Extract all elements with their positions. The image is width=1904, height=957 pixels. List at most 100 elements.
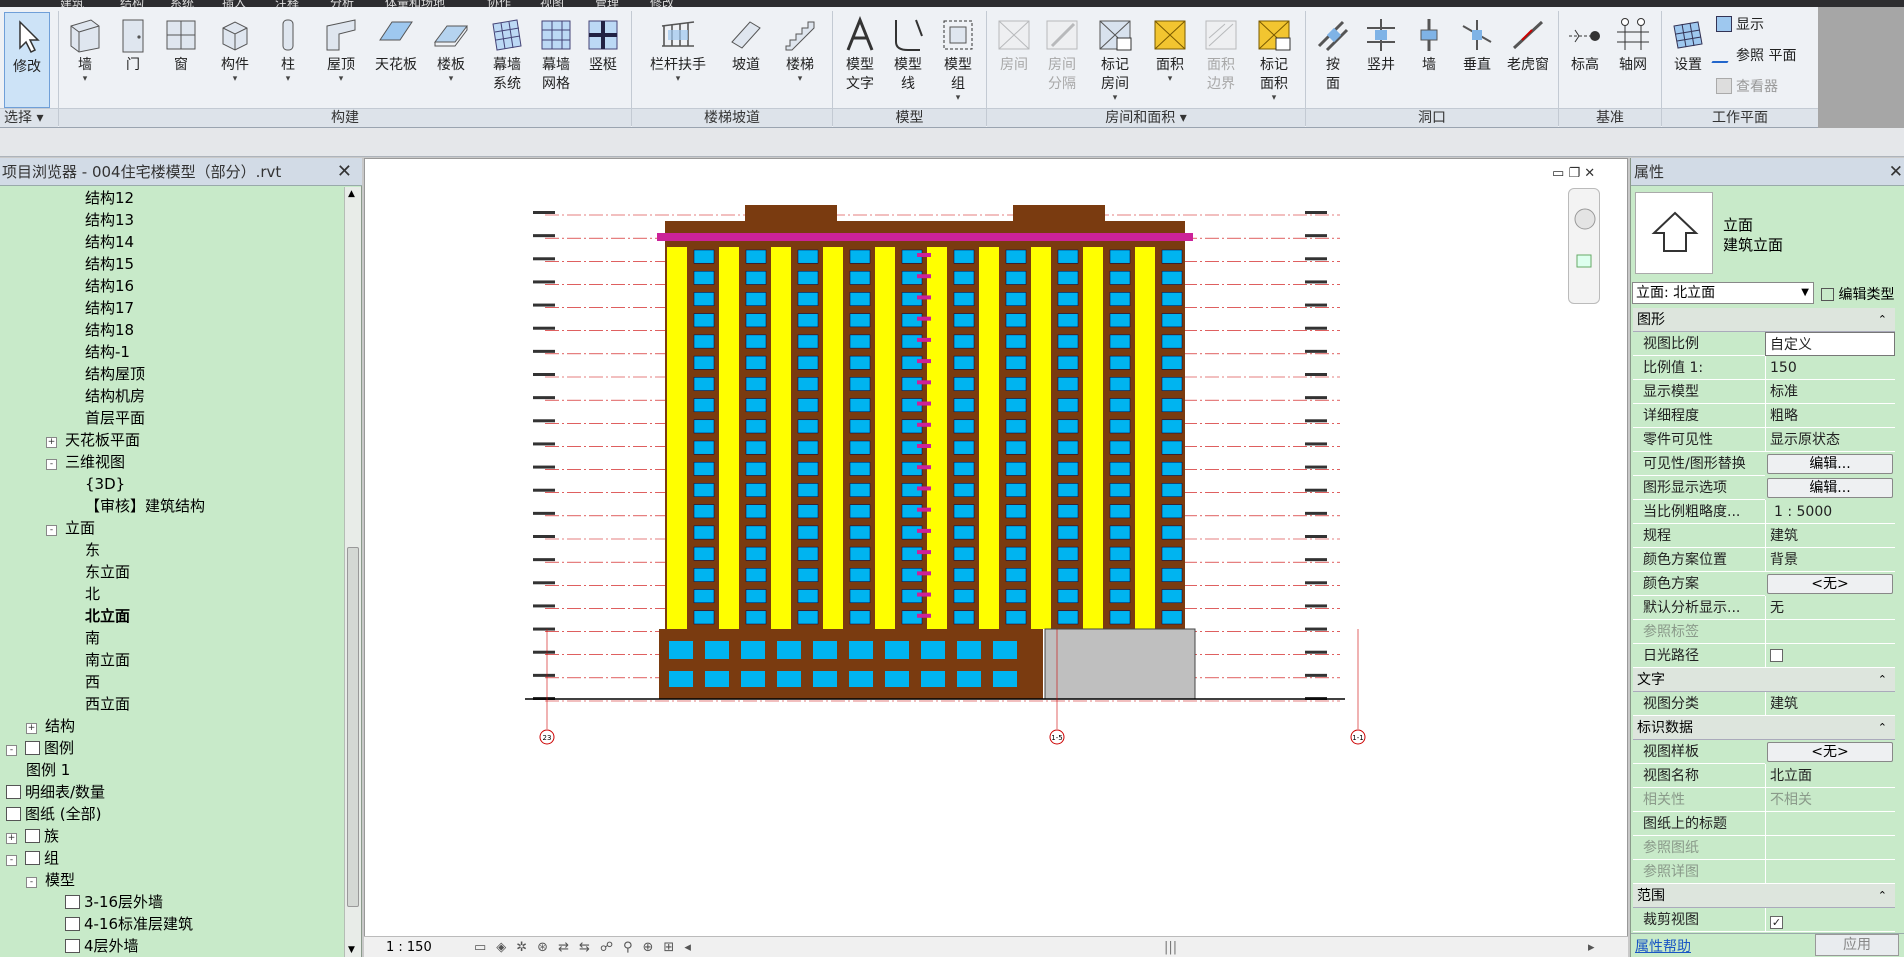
level-button[interactable]: 标高	[1562, 11, 1608, 109]
model-line-button[interactable]: 模型线	[884, 11, 932, 109]
props-close-icon[interactable]: ✕	[1889, 158, 1903, 186]
zoom-icon[interactable]	[1576, 254, 1592, 268]
browser-item[interactable]: 东立面	[66, 561, 130, 583]
browser-scroll-thumb[interactable]	[347, 547, 359, 907]
prop-color-scheme-location-value[interactable]: 背景	[1765, 548, 1895, 572]
graphic-display-edit-button[interactable]: 编辑...	[1767, 478, 1893, 498]
dormer-button[interactable]: 老虎窗	[1502, 11, 1554, 109]
browser-scrollbar[interactable]: ▲ ▼	[344, 187, 361, 957]
prop-view-name-value[interactable]: 北立面	[1765, 764, 1895, 788]
curtain-system-button[interactable]: 幕墙 系统	[482, 11, 532, 109]
browser-item[interactable]: - 图例	[6, 737, 74, 759]
crop-view-checkbox[interactable]: ✓	[1770, 916, 1783, 929]
window-button[interactable]: 窗	[158, 11, 204, 109]
horizontal-scroll-thumb[interactable]: |||	[1164, 937, 1177, 957]
prop-display-model-value[interactable]: 标准	[1765, 380, 1895, 404]
navigation-bar[interactable]	[1568, 188, 1600, 304]
browser-item[interactable]: 【审核】建筑结构	[66, 495, 205, 517]
browser-item[interactable]: 结构14	[66, 231, 134, 253]
drawing-area[interactable]: 23 1-5 1-1	[364, 158, 1628, 957]
group-text[interactable]: 文字 ⌃	[1633, 668, 1895, 692]
prop-view-category-value[interactable]: 建筑	[1765, 692, 1895, 716]
browser-item[interactable]: - 立面	[46, 517, 95, 539]
ramp-button[interactable]: 坡道	[722, 11, 770, 109]
prop-view-scale-value[interactable]: 自定义	[1765, 332, 1895, 356]
browser-item[interactable]: 4层外墙	[46, 935, 139, 957]
vg-override-edit-button[interactable]: 编辑...	[1767, 454, 1893, 474]
browser-item[interactable]: 结构13	[66, 209, 134, 231]
opening-by-face-button[interactable]: 按面	[1310, 11, 1356, 109]
door-button[interactable]: 门	[110, 11, 156, 109]
collapse-icon[interactable]: -	[6, 855, 17, 866]
collapse-icon[interactable]: -	[6, 745, 17, 756]
collapse-icon[interactable]: -	[46, 525, 57, 536]
browser-item[interactable]: + 结构	[26, 715, 75, 737]
browser-item[interactable]: {3D}	[66, 473, 125, 495]
view-control-icons[interactable]: ▭◈✲⊛⇄⇆☍⚲⊕⊞◂	[474, 937, 701, 957]
apply-button[interactable]: 应用	[1815, 934, 1899, 956]
scroll-down-icon[interactable]: ▼	[348, 945, 355, 955]
viewer-button[interactable]: 查看器	[1716, 77, 1778, 97]
browser-item[interactable]: 结构16	[66, 275, 134, 297]
room-separator-button[interactable]: 房间 分隔	[1038, 11, 1086, 109]
room-area-panel-label[interactable]: 房间和面积 ▾	[987, 108, 1305, 127]
browser-item[interactable]: + 天花板平面	[46, 429, 140, 451]
mullion-button[interactable]: 竖梃	[580, 11, 626, 109]
show-workplane-button[interactable]: 显示	[1716, 15, 1764, 35]
browser-item[interactable]: -组	[6, 847, 59, 869]
browser-item[interactable]: 北	[66, 583, 100, 605]
prop-discipline-value[interactable]: 建筑	[1765, 524, 1895, 548]
prop-default-analysis-value[interactable]: 无	[1765, 596, 1895, 620]
column-button[interactable]: 柱 ▾	[266, 11, 310, 109]
prop-title-on-sheet-value[interactable]	[1765, 812, 1895, 836]
browser-item[interactable]: 4-16标准层建筑	[46, 913, 193, 935]
view-scale-label[interactable]: 1 : 150	[386, 937, 432, 957]
stair-button[interactable]: 楼梯 ▾	[776, 11, 824, 109]
wall-opening-button[interactable]: 墙	[1406, 11, 1452, 109]
railing-button[interactable]: 栏杆扶手 ▾	[640, 11, 716, 109]
browser-item[interactable]: 结构12	[66, 187, 134, 209]
set-workplane-button[interactable]: 设置	[1664, 11, 1712, 109]
roof-button[interactable]: 屋顶 ▾	[318, 11, 364, 109]
browser-item[interactable]: 东	[66, 539, 100, 561]
collapse-icon[interactable]: -	[46, 459, 57, 470]
browser-item[interactable]: 结构15	[66, 253, 134, 275]
steering-wheel-icon[interactable]	[1574, 208, 1596, 230]
group-graphics[interactable]: 图形 ⌃	[1633, 308, 1895, 332]
ref-plane-button[interactable]: 参照 平面	[1711, 46, 1796, 66]
sun-path-checkbox[interactable]	[1770, 649, 1783, 662]
expand-icon[interactable]: +	[46, 437, 57, 448]
area-boundary-button[interactable]: 面积 边界	[1196, 11, 1246, 109]
browser-item[interactable]: 首层平面	[66, 407, 145, 429]
browser-item[interactable]: 结构机房	[66, 385, 145, 407]
prop-detail-level-value[interactable]: 粗略	[1765, 404, 1895, 428]
edit-type-button[interactable]: 编辑类型	[1821, 284, 1894, 304]
tag-area-button[interactable]: 标记 面积 ▾	[1248, 11, 1300, 109]
scroll-right-icon[interactable]: ▸	[1588, 937, 1595, 957]
shaft-button[interactable]: 竖井	[1358, 11, 1404, 109]
floor-button[interactable]: 楼板 ▾	[426, 11, 476, 109]
browser-item[interactable]: 北立面	[66, 605, 130, 627]
browser-item[interactable]: 南立面	[66, 649, 130, 671]
room-button[interactable]: 房间	[990, 11, 1038, 109]
browser-item[interactable]: 结构17	[66, 297, 134, 319]
browser-item[interactable]: 图例 1	[26, 759, 70, 781]
prop-parts-visibility-value[interactable]: 显示原状态	[1765, 428, 1895, 452]
browser-item[interactable]: 南	[66, 627, 100, 649]
browser-item[interactable]: 结构屋顶	[66, 363, 145, 385]
north-elevation-drawing[interactable]: 23 1-5 1-1	[365, 159, 1629, 936]
modify-button[interactable]: 修改	[4, 12, 50, 108]
browser-item[interactable]: - 三维视图	[46, 451, 125, 473]
tag-room-button[interactable]: 标记 房间 ▾	[1090, 11, 1140, 109]
close-view-icon[interactable]: ✕	[1584, 166, 1595, 181]
group-extents[interactable]: 范围 ⌃	[1633, 884, 1895, 908]
browser-item[interactable]: 明细表/数量	[6, 781, 105, 803]
restore-icon[interactable]: ❐	[1568, 166, 1580, 181]
minimize-icon[interactable]: ▭	[1552, 166, 1564, 181]
view-template-button[interactable]: <无>	[1767, 742, 1893, 762]
browser-item[interactable]: 3-16层外墙	[46, 891, 163, 913]
prop-scale-value[interactable]: 150	[1765, 356, 1895, 380]
select-panel-label[interactable]: 选择 ▾	[0, 108, 58, 127]
instance-selector[interactable]: 立面: 北立面 ▼	[1632, 282, 1814, 304]
area-button[interactable]: 面积 ▾	[1146, 11, 1194, 109]
